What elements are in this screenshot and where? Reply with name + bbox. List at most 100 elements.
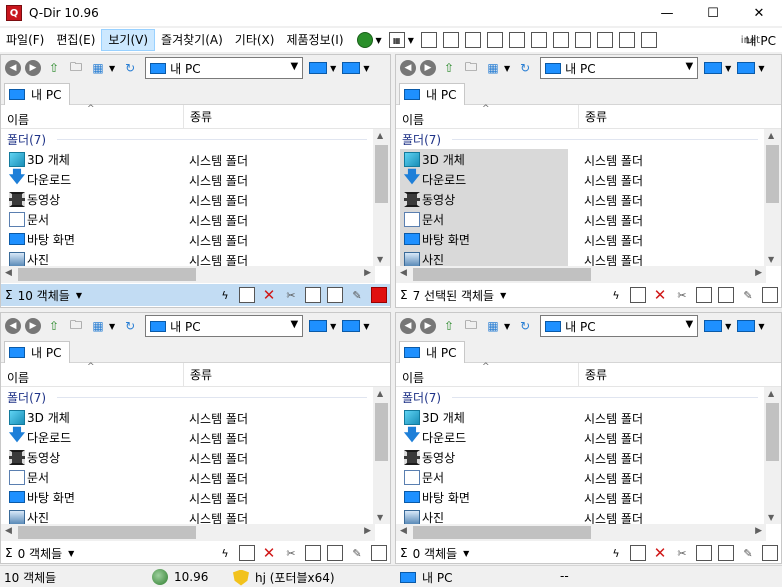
paste-icon[interactable] [718,287,734,303]
delete-icon[interactable]: ✕ [261,286,277,304]
scroll-right-icon[interactable]: ▶ [755,526,762,536]
horizontal-scrollbar[interactable]: ◀ ▶ [396,524,766,541]
list-item[interactable]: 동영상 시스템 폴더 [396,189,781,209]
group-header[interactable]: 폴더(7) [402,389,441,406]
chevron-down-icon[interactable]: ▼ [500,291,506,300]
chevron-down-icon[interactable]: ▼ [685,61,693,72]
pane-active-indicator-icon[interactable] [371,287,387,303]
quick-view-button-2[interactable]: ▼ [342,62,369,74]
scroll-thumb[interactable] [375,403,388,461]
copy-icon[interactable] [696,545,712,561]
layout-2-icon[interactable] [442,32,459,48]
paste-icon[interactable] [718,545,734,561]
paste-icon[interactable] [327,545,343,561]
rename-icon[interactable] [630,287,646,303]
quick-view-button[interactable]: ▼ [704,62,731,74]
vertical-scrollbar[interactable]: ▲ ▼ [373,129,390,266]
cut-icon[interactable]: ✂ [283,287,299,303]
rename-icon[interactable] [239,545,255,561]
list-item[interactable]: 동영상 시스템 폴더 [1,189,390,209]
back-icon[interactable]: ◀ [400,318,416,334]
back-icon[interactable]: ◀ [5,318,21,334]
layout-9-icon[interactable] [596,32,613,48]
lightning-icon[interactable]: ϟ [608,287,624,303]
menu-file[interactable]: 파일(F) [0,29,50,51]
scroll-thumb[interactable] [413,526,591,539]
scroll-right-icon[interactable]: ▶ [364,268,371,278]
layout-grid-icon[interactable]: ▦ [388,32,405,48]
rename-icon[interactable] [239,287,255,303]
up-folder-icon[interactable]: ⇧ [45,60,63,76]
close-button[interactable]: ✕ [736,0,782,26]
scroll-down-icon[interactable]: ▼ [377,513,383,522]
layout-1-icon[interactable] [420,32,437,48]
cut-icon[interactable]: ✂ [283,545,299,561]
list-item[interactable]: 문서 시스템 폴더 [396,209,781,229]
list-item[interactable]: 3D 개체 시스템 폴더 [396,407,781,427]
view-mode-icon[interactable]: ▦ [89,60,107,76]
address-bar[interactable]: 내 PC ▼ [540,315,699,337]
list-item[interactable]: 문서 시스템 폴더 [396,467,781,487]
list-item[interactable]: 바탕 화면 시스템 폴더 [396,229,781,249]
layout-3-icon[interactable] [464,32,481,48]
scroll-up-icon[interactable]: ▲ [377,389,383,398]
scroll-left-icon[interactable]: ◀ [5,526,12,536]
column-type-header[interactable]: 종류 [183,105,212,129]
cut-icon[interactable]: ✂ [674,545,690,561]
tab-my-pc[interactable]: 내 PC [399,341,466,363]
list-item[interactable]: 문서 시스템 폴더 [1,467,390,487]
quick-view-button-2[interactable]: ▼ [737,62,764,74]
address-bar[interactable]: 내 PC ▼ [145,57,304,79]
scroll-up-icon[interactable]: ▲ [377,131,383,140]
layout-6-icon[interactable] [530,32,547,48]
scroll-thumb[interactable] [18,526,196,539]
quick-view-button[interactable]: ▼ [309,320,336,332]
horizontal-scrollbar[interactable]: ◀ ▶ [396,266,766,283]
list-item[interactable]: 3D 개체 시스템 폴더 [1,149,390,169]
new-folder-icon[interactable]: 🗀 [67,60,85,76]
list-item[interactable]: 문서 시스템 폴더 [1,209,390,229]
edit-icon[interactable]: ✎ [740,287,756,303]
menu-edit[interactable]: 편집(E) [50,29,101,51]
chevron-down-icon[interactable]: ▼ [504,322,510,331]
group-header[interactable]: 폴더(7) [402,131,441,148]
chevron-down-icon[interactable]: ▼ [290,61,298,72]
column-name-header[interactable]: 이름 [402,369,424,386]
menu-favorites[interactable]: 즐겨찾기(A) [155,29,229,51]
list-item[interactable]: 🡇 다운로드 시스템 폴더 [396,167,781,189]
list-item[interactable]: 🡇 다운로드 시스템 폴더 [1,167,390,189]
new-folder-icon[interactable]: 🗀 [462,318,480,334]
column-type-header[interactable]: 종류 [578,105,607,129]
quick-view-button-2[interactable]: ▼ [342,320,369,332]
edit-icon[interactable]: ✎ [349,287,365,303]
address-bar[interactable]: 내 PC ▼ [145,315,304,337]
scroll-thumb[interactable] [375,145,388,203]
pane-indicator-icon[interactable] [762,545,778,561]
copy-icon[interactable] [696,287,712,303]
scroll-thumb[interactable] [413,268,591,281]
up-folder-icon[interactable]: ⇧ [45,318,63,334]
delete-icon[interactable]: ✕ [261,544,277,562]
copy-icon[interactable] [305,287,321,303]
tab-my-pc[interactable]: 내 PC [4,341,71,363]
refresh-icon[interactable]: ↻ [516,318,534,334]
back-icon[interactable]: ◀ [5,60,21,76]
layout-11-icon[interactable] [640,32,657,48]
view-mode-icon[interactable]: ▦ [484,60,502,76]
layout-10-icon[interactable] [618,32,635,48]
menu-info[interactable]: 제품정보(I) [280,29,349,51]
chevron-down-icon[interactable]: ▼ [504,64,510,73]
new-folder-icon[interactable]: 🗀 [67,318,85,334]
chevron-down-icon[interactable]: ▼ [109,64,115,73]
list-item[interactable]: 동영상 시스템 폴더 [1,447,390,467]
scroll-right-icon[interactable]: ▶ [364,526,371,536]
chevron-down-icon[interactable]: ▼ [376,36,382,45]
list-item[interactable]: 3D 개체 시스템 폴더 [396,149,781,169]
refresh-icon[interactable]: ↻ [121,60,139,76]
quick-view-button-2[interactable]: ▼ [737,320,764,332]
quick-view-button[interactable]: ▼ [704,320,731,332]
chevron-down-icon[interactable]: ▼ [685,319,693,330]
forward-icon[interactable]: ▶ [25,60,41,76]
scroll-left-icon[interactable]: ◀ [5,268,12,278]
list-item[interactable]: 동영상 시스템 폴더 [396,447,781,467]
